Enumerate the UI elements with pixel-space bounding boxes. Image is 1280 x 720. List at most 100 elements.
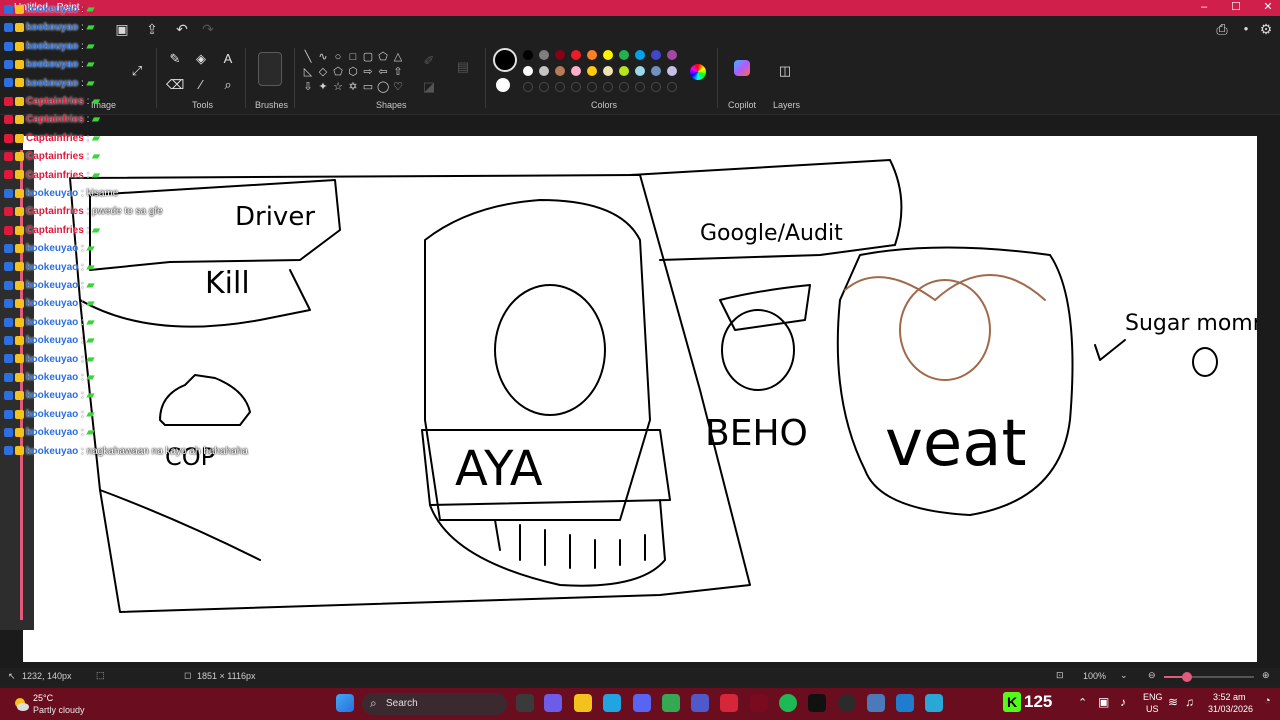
- heart-shape-icon[interactable]: ♡: [392, 81, 404, 93]
- maximize-button[interactable]: ☐: [1220, 0, 1252, 16]
- zoom-slider-thumb[interactable]: [1181, 672, 1192, 682]
- zoom-out-icon[interactable]: ⊖: [1148, 670, 1156, 681]
- chat-username[interactable]: Captainfries: [26, 170, 84, 181]
- four-point-star-shape-icon[interactable]: ✦: [317, 81, 329, 93]
- right-arrow-shape-icon[interactable]: ⇨: [362, 66, 374, 78]
- chat-username[interactable]: kookeuyao: [26, 262, 78, 273]
- left-arrow-shape-icon[interactable]: ⇦: [377, 66, 389, 78]
- curve-shape-icon[interactable]: ∿: [317, 51, 329, 63]
- chat-username[interactable]: kookeuyao: [26, 243, 78, 254]
- chat-username[interactable]: kookeuyao: [26, 280, 78, 291]
- wps-icon[interactable]: [720, 694, 738, 712]
- minimize-button[interactable]: –: [1188, 0, 1220, 16]
- chat-username[interactable]: kookeuyao: [26, 446, 78, 457]
- chat-username[interactable]: kookeuyao: [26, 372, 78, 383]
- copilot-icon[interactable]: [734, 60, 750, 76]
- close-button[interactable]: ✕: [1252, 0, 1280, 16]
- custom-color-slot[interactable]: [587, 82, 597, 92]
- chat-username[interactable]: kookeuyao: [26, 4, 78, 15]
- paint-icon[interactable]: [925, 694, 943, 712]
- chrome-icon[interactable]: [662, 694, 680, 712]
- chat-username[interactable]: kookeuyao: [26, 335, 78, 346]
- file-explorer-icon[interactable]: [574, 694, 592, 712]
- palette-swatch[interactable]: [619, 66, 629, 76]
- polygon-shape-icon[interactable]: ⬠: [377, 51, 389, 63]
- chat-username[interactable]: kookeuyao: [26, 390, 78, 401]
- zoom-slider-track[interactable]: [1164, 672, 1254, 682]
- palette-swatch[interactable]: [619, 50, 629, 60]
- chat-username[interactable]: Captainfries: [26, 96, 84, 107]
- chat-username[interactable]: kookeuyao: [26, 41, 78, 52]
- chat-username[interactable]: kookeuyao: [26, 188, 78, 199]
- palette-swatch[interactable]: [603, 66, 613, 76]
- teams-icon[interactable]: [691, 694, 709, 712]
- zoom-dropdown-icon[interactable]: ⌄: [1120, 670, 1128, 681]
- hexagon-shape-icon[interactable]: ⬡: [347, 66, 359, 78]
- chat-username[interactable]: kookeuyao: [26, 317, 78, 328]
- palette-swatch[interactable]: [635, 66, 645, 76]
- right-triangle-shape-icon[interactable]: ◺: [302, 66, 314, 78]
- task-view-icon[interactable]: [516, 694, 534, 712]
- palette-swatch[interactable]: [523, 66, 533, 76]
- volume-icon[interactable]: ♫: [1185, 695, 1194, 709]
- edit-colors-icon[interactable]: [690, 64, 706, 80]
- palette-swatch[interactable]: [651, 50, 661, 60]
- secondary-color-swatch[interactable]: [496, 78, 510, 92]
- transparency-icon[interactable]: ▤: [454, 58, 472, 76]
- palette-swatch[interactable]: [651, 66, 661, 76]
- custom-color-slot[interactable]: [619, 82, 629, 92]
- chat-username[interactable]: Captainfries: [26, 206, 84, 217]
- custom-color-slot[interactable]: [523, 82, 533, 92]
- triangle-shape-icon[interactable]: △: [392, 51, 404, 63]
- custom-color-slot[interactable]: [555, 82, 565, 92]
- start-icon[interactable]: [336, 694, 354, 712]
- copilot-app-icon[interactable]: [544, 694, 562, 712]
- line-shape-icon[interactable]: ╲: [302, 51, 314, 63]
- chat-username[interactable]: Captainfries: [26, 151, 84, 162]
- zoom-in-icon[interactable]: ⊕: [1262, 670, 1270, 681]
- custom-color-slot[interactable]: [539, 82, 549, 92]
- notifications-icon[interactable]: ⎙: [1212, 20, 1232, 38]
- clock-time[interactable]: 3:52 am: [1213, 692, 1246, 702]
- spotify-icon[interactable]: [779, 694, 797, 712]
- palette-swatch[interactable]: [667, 66, 677, 76]
- notification-bell-icon[interactable]: ◔: [1264, 695, 1271, 707]
- custom-color-slot[interactable]: [603, 82, 613, 92]
- palette-swatch[interactable]: [635, 50, 645, 60]
- custom-color-slot[interactable]: [635, 82, 645, 92]
- weather-icon[interactable]: [12, 695, 30, 713]
- clock-date[interactable]: 31/03/2026: [1208, 704, 1253, 714]
- oval-shape-icon[interactable]: ○: [332, 51, 344, 63]
- chat-username[interactable]: kookeuyao: [26, 78, 78, 89]
- rectangle-shape-icon[interactable]: □: [347, 51, 359, 63]
- palette-swatch[interactable]: [539, 50, 549, 60]
- palette-swatch[interactable]: [523, 50, 533, 60]
- chat-username[interactable]: kookeuyao: [26, 427, 78, 438]
- custom-color-slot[interactable]: [667, 82, 677, 92]
- chat-username[interactable]: Captainfries: [26, 133, 84, 144]
- callout-oval-shape-icon[interactable]: ◯: [377, 81, 389, 93]
- down-arrow-shape-icon[interactable]: ⇩: [302, 81, 314, 93]
- chat-username[interactable]: Captainfries: [26, 225, 84, 236]
- tray-app-icon[interactable]: ▣: [1098, 695, 1109, 709]
- palette-swatch[interactable]: [587, 50, 597, 60]
- notepad-icon[interactable]: [896, 694, 914, 712]
- fit-icon[interactable]: ⊡: [1056, 670, 1064, 681]
- layers-icon[interactable]: ◫: [776, 62, 794, 80]
- chat-username[interactable]: kookeuyao: [26, 22, 78, 33]
- chat-username[interactable]: kookeuyao: [26, 354, 78, 365]
- search-box[interactable]: ⌕ Search: [362, 693, 507, 715]
- capcut-icon[interactable]: [808, 694, 826, 712]
- diamond-shape-icon[interactable]: ◇: [317, 66, 329, 78]
- palette-swatch[interactable]: [539, 66, 549, 76]
- chat-username[interactable]: kookeuyao: [26, 298, 78, 309]
- language-bottom[interactable]: US: [1146, 704, 1159, 714]
- palette-swatch[interactable]: [571, 66, 581, 76]
- custom-color-slot[interactable]: [651, 82, 661, 92]
- wifi-icon[interactable]: ≋: [1168, 695, 1178, 709]
- primary-color-swatch[interactable]: [493, 48, 517, 72]
- discord-icon[interactable]: [633, 694, 651, 712]
- outline-icon[interactable]: ✐: [420, 52, 438, 70]
- zoom-level[interactable]: 100%: [1083, 671, 1106, 681]
- pentagon-shape-icon[interactable]: ⬠: [332, 66, 344, 78]
